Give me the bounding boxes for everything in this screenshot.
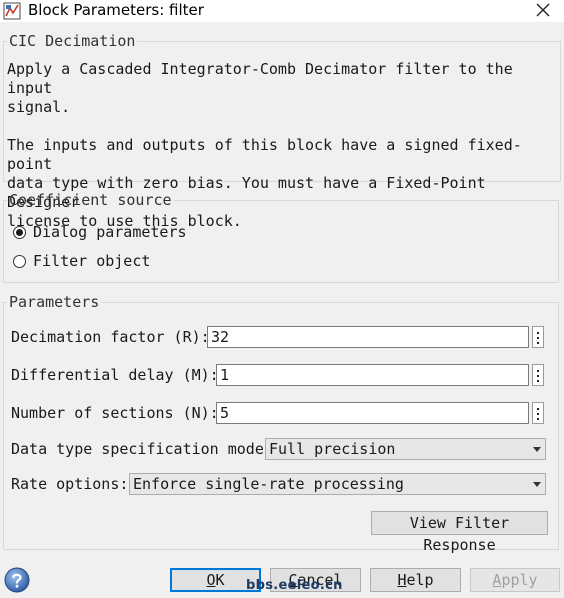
simulink-block-icon [3,2,21,20]
watermark: bbs.eeleo.cn [246,578,343,593]
more-options-icon[interactable] [532,402,544,424]
radio-label-filter-object: Filter object [33,252,151,270]
apply-button-label: pply [501,571,538,589]
rate-options-label: Rate options: [11,475,129,493]
radio-label-dialog-parameters: Dialog parameters [33,223,187,241]
rate-options-dropdown[interactable]: Enforce single-rate processing [129,473,546,495]
help-button[interactable]: Help [370,568,461,592]
title-bar: Block Parameters: filter [0,0,564,22]
help-button-label: elp [406,571,434,589]
number-of-sections-field[interactable]: 5 [216,402,529,424]
chevron-down-icon [533,447,541,452]
data-type-mode-dropdown[interactable]: Full precision [265,438,546,460]
decimation-factor-label: Decimation factor (R): [11,328,210,346]
data-type-mode-value: Full precision [269,440,396,458]
decimation-factor-field[interactable]: 32 [207,326,529,348]
close-icon[interactable] [532,0,554,22]
radio-button-selected[interactable] [13,225,26,239]
differential-delay-field[interactable]: 1 [216,364,529,386]
window-title: Block Parameters: filter [28,1,204,19]
apply-button[interactable]: Apply [470,568,560,592]
ok-button-mnemonic: O [206,571,216,589]
data-type-mode-label: Data type specification mode: [11,440,273,458]
rate-options-value: Enforce single-rate processing [133,475,404,493]
ok-button-label: K [215,571,225,589]
radio-dialog-parameters[interactable]: Dialog parameters [13,223,187,241]
radio-button[interactable] [13,254,26,268]
more-options-icon[interactable] [532,326,544,348]
differential-delay-label: Differential delay (M): [11,366,219,384]
radio-filter-object[interactable]: Filter object [13,252,150,270]
number-of-sections-label: Number of sections (N): [11,404,219,422]
question-mark-icon[interactable] [3,566,31,594]
view-filter-response-button[interactable]: View Filter Response [371,511,548,554]
parameters-legend: Parameters [9,293,100,311]
more-options-icon[interactable] [532,364,544,386]
description-legend: CIC Decimation [9,32,136,50]
coefficient-source-legend: Coefficient source [9,191,172,209]
chevron-down-icon [533,482,541,487]
